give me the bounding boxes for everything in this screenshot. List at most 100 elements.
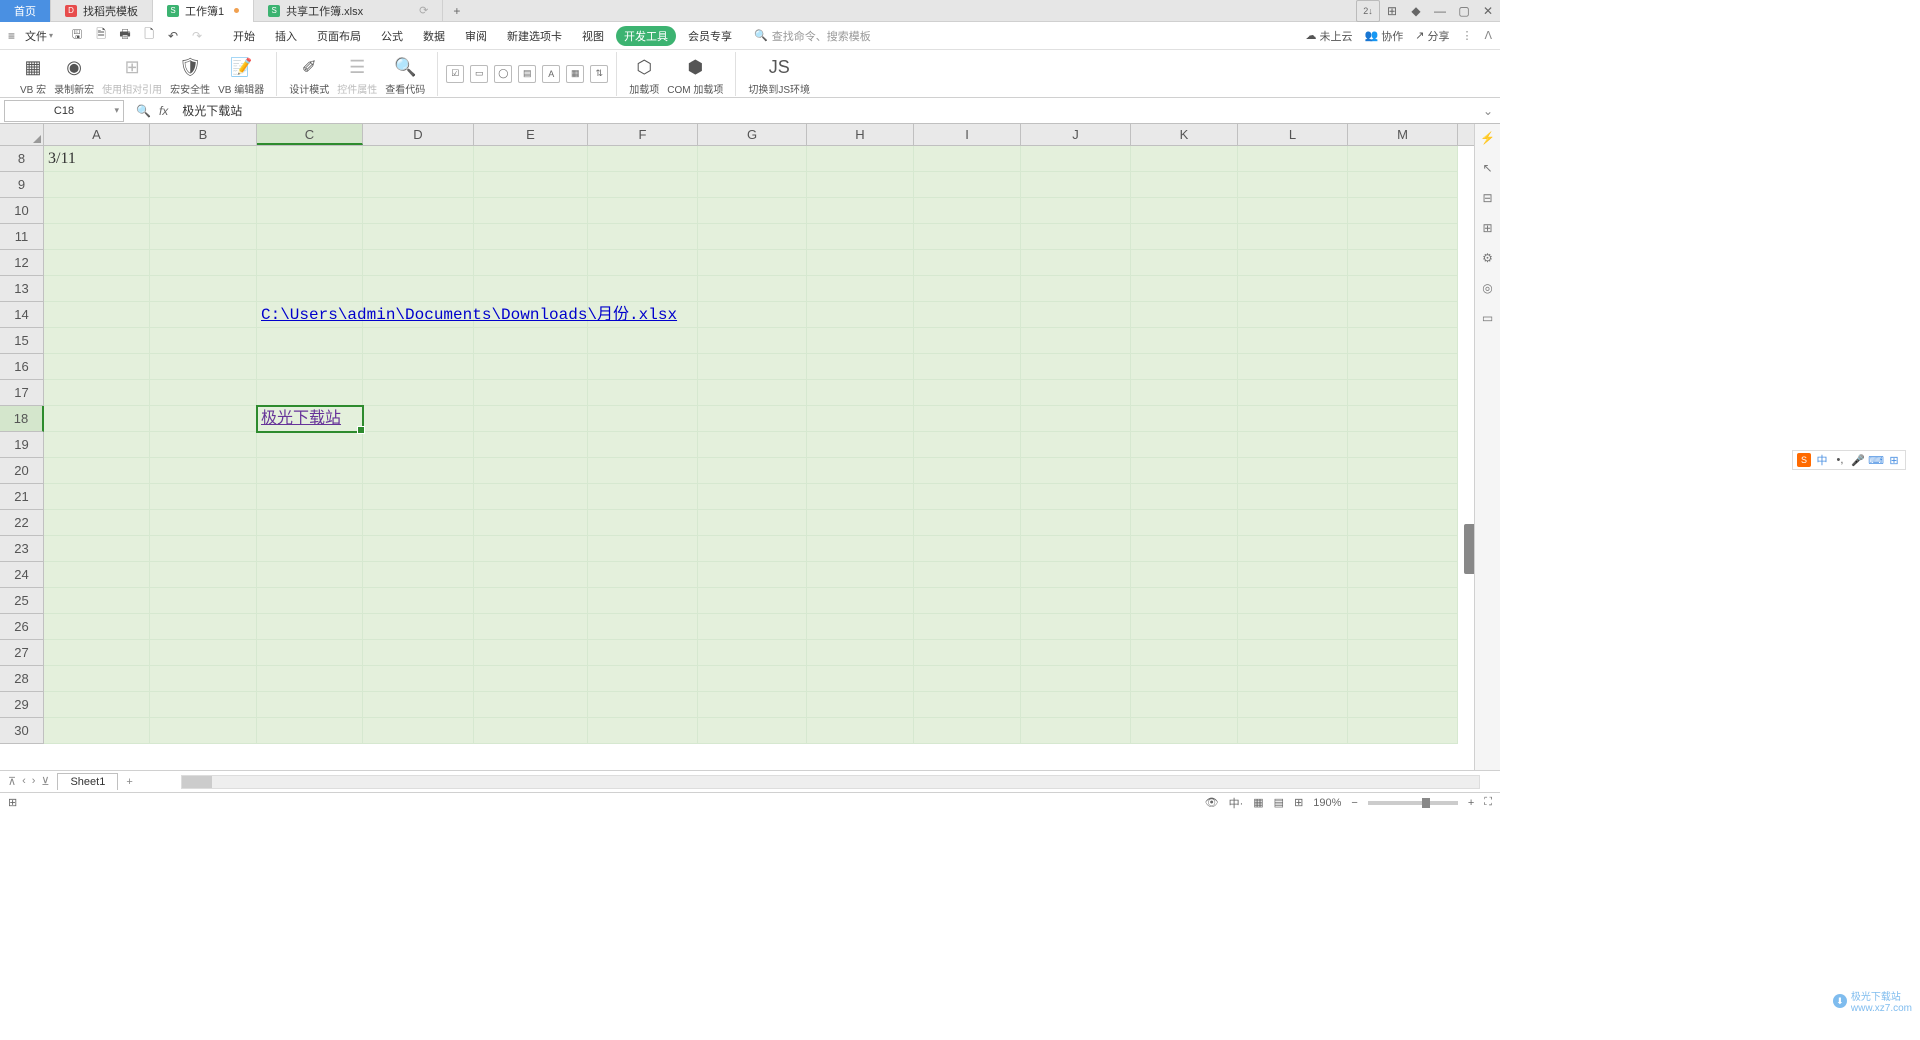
cell[interactable] (150, 380, 257, 406)
share-button[interactable]: ↗分享 (1415, 28, 1449, 44)
view-break-icon[interactable]: ⊞ (1294, 796, 1303, 809)
cell[interactable] (257, 328, 363, 354)
cell[interactable] (1131, 536, 1238, 562)
column-header[interactable]: J (1021, 124, 1131, 145)
cell[interactable] (1021, 588, 1131, 614)
cell[interactable] (807, 406, 914, 432)
cell[interactable] (1021, 224, 1131, 250)
column-header[interactable]: K (1131, 124, 1238, 145)
cell[interactable] (257, 666, 363, 692)
tab-workbook1[interactable]: S 工作簿1 (153, 0, 254, 22)
cell[interactable] (914, 458, 1021, 484)
cell[interactable] (1238, 276, 1348, 302)
cell[interactable] (1238, 432, 1348, 458)
cell[interactable] (807, 562, 914, 588)
cell[interactable] (588, 510, 698, 536)
cell[interactable] (1348, 354, 1458, 380)
cell[interactable] (1021, 536, 1131, 562)
cell[interactable] (44, 354, 150, 380)
cell[interactable] (1238, 380, 1348, 406)
cell[interactable] (150, 172, 257, 198)
cell[interactable] (698, 406, 807, 432)
column-header[interactable]: H (807, 124, 914, 145)
sheet-next-icon[interactable]: › (32, 775, 36, 788)
cell[interactable] (1238, 718, 1348, 744)
switch-js-button[interactable]: JS切换到JS环境 (744, 57, 814, 96)
cell[interactable] (474, 354, 588, 380)
cell[interactable] (588, 276, 698, 302)
cell[interactable] (807, 250, 914, 276)
cell[interactable] (588, 666, 698, 692)
cell[interactable] (44, 458, 150, 484)
cell[interactable] (807, 484, 914, 510)
cell[interactable] (1348, 458, 1458, 484)
cloud-status[interactable]: ☁未上云 (1306, 28, 1353, 44)
cell[interactable] (44, 406, 150, 432)
cell[interactable] (1348, 718, 1458, 744)
cell[interactable] (363, 666, 474, 692)
tab-insert[interactable]: 插入 (267, 24, 305, 48)
control-icon[interactable]: A (542, 65, 560, 83)
cell[interactable] (807, 588, 914, 614)
cell[interactable] (1131, 562, 1238, 588)
cell[interactable] (150, 458, 257, 484)
cell[interactable] (698, 354, 807, 380)
zoom-value[interactable]: 190% (1313, 797, 1341, 809)
cell[interactable] (44, 380, 150, 406)
cell[interactable] (698, 640, 807, 666)
cell[interactable] (474, 276, 588, 302)
row-header[interactable]: 19 (0, 432, 44, 458)
column-header[interactable]: I (914, 124, 1021, 145)
cell[interactable] (1348, 588, 1458, 614)
cell[interactable] (1348, 614, 1458, 640)
select-all-corner[interactable] (0, 124, 44, 145)
cell[interactable] (914, 172, 1021, 198)
cell[interactable] (588, 172, 698, 198)
cell[interactable] (150, 588, 257, 614)
cell[interactable] (807, 224, 914, 250)
cell[interactable] (807, 614, 914, 640)
cell[interactable] (363, 224, 474, 250)
cell[interactable] (363, 562, 474, 588)
com-addin-button[interactable]: ⬢COM 加载项 (663, 57, 727, 96)
row-header[interactable]: 28 (0, 666, 44, 692)
cell[interactable] (914, 718, 1021, 744)
cell[interactable] (1021, 302, 1131, 328)
row-header[interactable]: 13 (0, 276, 44, 302)
cell[interactable] (914, 380, 1021, 406)
cell[interactable] (474, 536, 588, 562)
control-icon[interactable]: ⇅ (590, 65, 608, 83)
cell[interactable] (1131, 224, 1238, 250)
zoom-slider[interactable] (1368, 801, 1458, 805)
cancel-icon[interactable]: 🔍 (136, 104, 151, 118)
cell[interactable] (150, 432, 257, 458)
cell[interactable] (1131, 328, 1238, 354)
cell[interactable] (44, 484, 150, 510)
vb-editor-button[interactable]: 📝VB 编辑器 (214, 57, 268, 96)
sidebar-settings-icon[interactable]: ⚙ (1480, 250, 1496, 266)
eye-icon[interactable]: 👁 (1205, 796, 1219, 809)
cell[interactable] (698, 432, 807, 458)
badge-icon[interactable]: 2↓ (1356, 0, 1380, 22)
cell[interactable] (698, 666, 807, 692)
cell[interactable] (257, 510, 363, 536)
cell[interactable] (1021, 328, 1131, 354)
save-as-icon[interactable]: 🗎 (93, 25, 109, 46)
column-header[interactable]: D (363, 124, 474, 145)
cell[interactable] (698, 198, 807, 224)
cell[interactable] (698, 718, 807, 744)
cell[interactable] (1131, 172, 1238, 198)
cell[interactable] (914, 484, 1021, 510)
cell[interactable] (1238, 484, 1348, 510)
cell[interactable] (914, 302, 1021, 328)
cell[interactable] (363, 510, 474, 536)
cell[interactable] (257, 276, 363, 302)
cell[interactable] (257, 172, 363, 198)
cell[interactable] (1348, 692, 1458, 718)
cell[interactable] (363, 276, 474, 302)
cell[interactable] (150, 146, 257, 172)
cell[interactable] (257, 718, 363, 744)
cell[interactable] (44, 510, 150, 536)
cell[interactable] (150, 614, 257, 640)
row-header[interactable]: 23 (0, 536, 44, 562)
